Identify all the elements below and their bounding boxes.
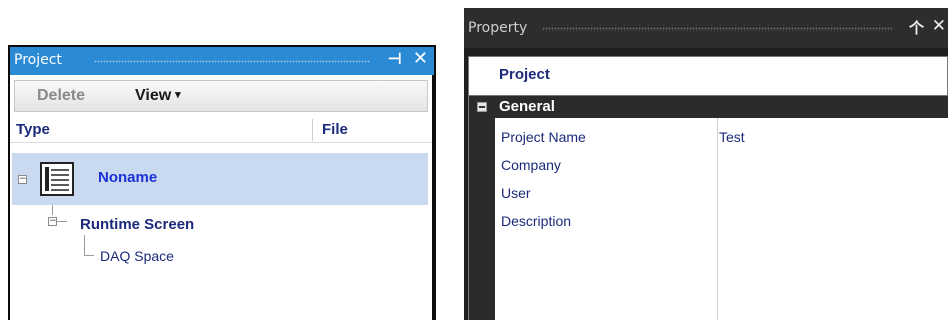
tree-connector	[84, 255, 94, 256]
property-panel: Property 个 ✕ Project General Project Nam…	[464, 8, 948, 320]
view-menu-button[interactable]: View ▾	[135, 87, 181, 105]
tree-column-header: Type File	[10, 117, 432, 143]
close-icon[interactable]: ✕	[413, 50, 428, 68]
property-panel-titlebar[interactable]: Property 个 ✕	[464, 8, 948, 48]
project-panel-body: Delete View ▾ Type File − Noname − Runti…	[10, 75, 432, 320]
property-category-label: General	[499, 98, 555, 115]
collapse-toggle-icon[interactable]: −	[18, 175, 27, 184]
property-name-project-name[interactable]: Project Name	[501, 129, 586, 145]
project-panel-titlebar[interactable]: Project ⊣ ✕	[10, 47, 434, 75]
tree-node-daq-space[interactable]: DAQ Space	[100, 248, 174, 264]
property-category-general[interactable]: General	[469, 96, 948, 118]
tree-connector	[84, 235, 85, 255]
screen-document-icon	[40, 162, 74, 196]
column-header-type[interactable]: Type	[16, 121, 50, 138]
tree-node-noname[interactable]: − Noname	[12, 153, 428, 205]
project-toolbar: Delete View ▾	[14, 80, 428, 112]
collapse-toggle-icon[interactable]	[477, 102, 487, 112]
titlebar-grip[interactable]	[94, 60, 370, 63]
tree-node-runtime-screen[interactable]: Runtime Screen	[80, 216, 194, 233]
property-grid-gutter	[469, 96, 495, 320]
property-column-divider[interactable]	[717, 118, 718, 320]
titlebar-grip[interactable]	[542, 27, 892, 31]
tree-node-label: Noname	[98, 169, 158, 186]
column-divider[interactable]	[312, 119, 313, 141]
pin-icon[interactable]: ⊣	[387, 50, 402, 68]
project-panel-title: Project	[14, 52, 62, 68]
column-header-file[interactable]: File	[322, 121, 348, 138]
delete-button[interactable]: Delete	[37, 87, 85, 105]
property-name-user[interactable]: User	[501, 185, 531, 201]
tree-connector	[52, 205, 53, 215]
property-name-description[interactable]: Description	[501, 213, 571, 229]
tree-connector	[57, 221, 67, 222]
view-menu-label: View	[135, 87, 172, 104]
property-grid: General Project Name Test Company User D…	[468, 96, 948, 320]
chevron-down-icon: ▾	[175, 89, 181, 101]
property-panel-title: Property	[468, 20, 528, 36]
collapse-toggle-icon[interactable]: −	[48, 217, 57, 226]
property-name-company[interactable]: Company	[501, 157, 561, 173]
property-object-header: Project	[468, 56, 948, 96]
close-icon[interactable]: ✕	[932, 16, 946, 36]
pin-icon[interactable]: 个	[909, 17, 924, 38]
property-object-name: Project	[499, 66, 550, 83]
project-panel: Project ⊣ ✕ Delete View ▾ Type File − No…	[8, 45, 436, 320]
property-value-project-name[interactable]: Test	[719, 129, 745, 145]
